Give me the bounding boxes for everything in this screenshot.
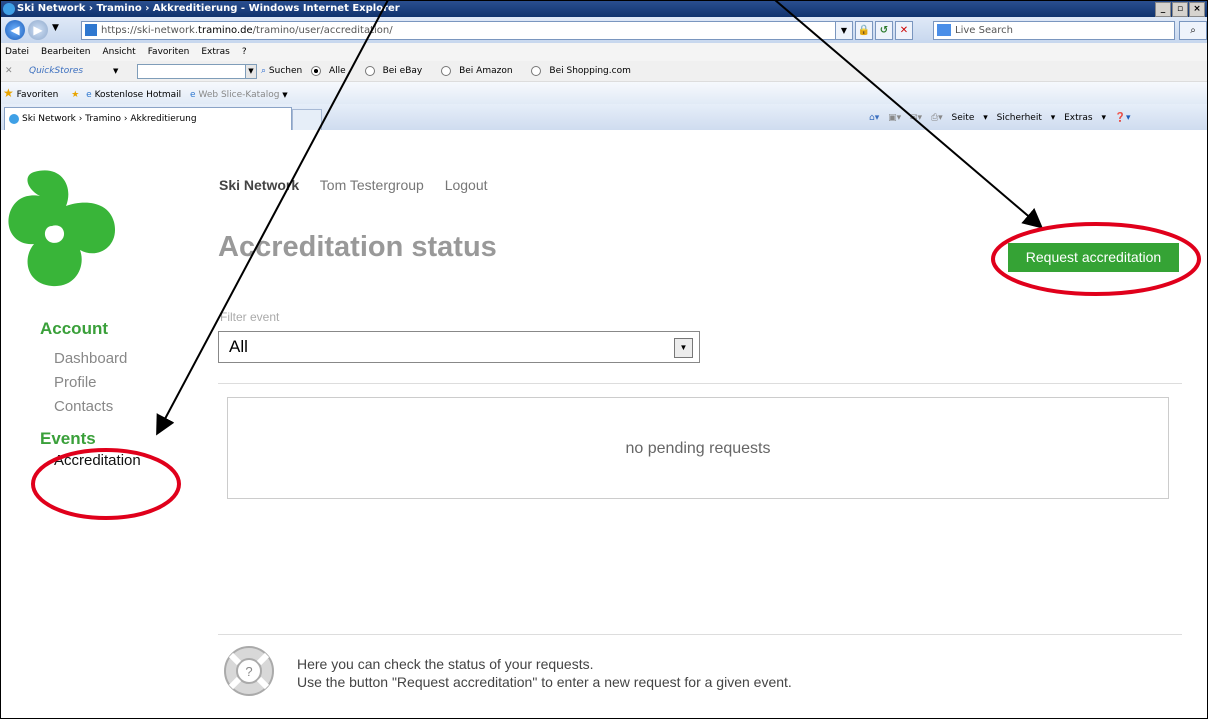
ie-tab-icon: [9, 113, 19, 124]
radio-amazon[interactable]: Bei Amazon: [441, 65, 520, 76]
menu-item-extras[interactable]: Extras: [201, 47, 229, 57]
filter-event-select[interactable]: All ▼: [218, 331, 700, 363]
divider: [218, 383, 1182, 384]
sidebar: Account Dashboard Profile Contacts Event…: [40, 319, 141, 473]
quickstores-dropdown-icon[interactable]: ▼: [113, 61, 118, 81]
ie-page-icon: e: [190, 90, 196, 100]
sidebar-item-profile[interactable]: Profile: [54, 371, 141, 395]
web-page: Ski Network Tom Testergroup Logout Accre…: [1, 130, 1207, 718]
sidebar-item-accreditation[interactable]: Accreditation: [54, 449, 141, 473]
menu-item-datei[interactable]: Datei: [5, 47, 29, 57]
home-icon[interactable]: ⌂▾: [869, 113, 879, 123]
empty-message: no pending requests: [625, 440, 771, 457]
page-icon: [85, 24, 97, 36]
top-nav: Ski Network Tom Testergroup Logout: [219, 177, 505, 193]
help-line-2: Use the button "Request accreditation" t…: [297, 674, 792, 690]
command-bar: ⌂▾ ▣▾ ✉▾ ⎙▾ Seite ▾ Sicherheit ▾ Extras …: [869, 110, 1137, 126]
quickstores-input-dropdown-icon[interactable]: ▼: [245, 64, 257, 79]
menu-item-favoriten[interactable]: Favoriten: [148, 47, 190, 57]
favorites-star-icon: ★: [3, 86, 14, 100]
sidebar-heading-account: Account: [40, 319, 108, 338]
add-favorite-icon[interactable]: ★: [71, 90, 79, 100]
radio-shopping[interactable]: Bei Shopping.com: [531, 65, 638, 76]
command-sicherheit[interactable]: Sicherheit ▾: [997, 113, 1056, 123]
command-seite[interactable]: Seite ▾: [952, 113, 988, 123]
live-search-input[interactable]: Live Search: [933, 21, 1175, 40]
print-icon[interactable]: ⎙▾: [931, 113, 943, 123]
lifebuoy-help-icon: ?: [224, 646, 274, 696]
maximize-icon[interactable]: ▫: [1172, 2, 1188, 17]
requests-box: no pending requests: [227, 397, 1169, 499]
radio-ebay[interactable]: Bei eBay: [364, 65, 431, 76]
live-search-icon: [937, 24, 951, 36]
minimize-icon[interactable]: _: [1155, 2, 1171, 17]
quickstores-search-input[interactable]: [137, 64, 247, 79]
help-text: Here you can check the status of your re…: [297, 655, 792, 691]
lock-icon[interactable]: 🔒: [855, 21, 873, 40]
sidebar-item-contacts[interactable]: Contacts: [54, 395, 141, 419]
user-link[interactable]: Tom Testergroup: [320, 177, 424, 193]
menu-item-help[interactable]: ?: [242, 47, 247, 57]
menu-item-bearbeiten[interactable]: Bearbeiten: [41, 47, 90, 57]
radio-alle[interactable]: Alle: [311, 65, 354, 76]
history-dropdown-icon[interactable]: ▼: [52, 23, 59, 33]
address-bar: ◀ ▶ ▼ https://ski-network.tramino.de/tra…: [1, 17, 1207, 43]
window-controls: _ ▫ ×: [1155, 2, 1205, 17]
forward-button[interactable]: ▶: [28, 20, 48, 40]
back-button[interactable]: ◀: [5, 20, 25, 40]
stop-icon[interactable]: ✕: [895, 21, 913, 40]
brand-link[interactable]: Ski Network: [219, 177, 299, 193]
filter-selected-value: All: [229, 337, 248, 356]
url-field[interactable]: https://ski-network.tramino.de/tramino/u…: [81, 21, 853, 40]
ie-icon: [3, 3, 15, 15]
quickstores-search-button[interactable]: ⌕ Suchen: [261, 61, 302, 81]
quickstores-toolbar: ✕ QuickStores ▼ ▼ ⌕ Suchen Alle Bei eBay…: [1, 61, 1207, 82]
favorite-hotmail[interactable]: Kostenlose Hotmail: [95, 90, 182, 100]
tab-bar: Ski Network › Tramino › Akkreditierung ⌂…: [1, 104, 1207, 132]
address-actions: ▼ 🔒 ↺ ✕: [835, 21, 913, 40]
sidebar-heading-events: Events: [40, 429, 96, 448]
close-icon[interactable]: ×: [1189, 2, 1205, 17]
favorites-bar: ★ Favoriten ★ e Kostenlose Hotmail e Web…: [1, 82, 1207, 104]
filter-label: Filter event: [220, 310, 280, 324]
search-icon[interactable]: ⌕: [1179, 21, 1207, 40]
quickstores-logo[interactable]: QuickStores: [29, 61, 83, 81]
command-extras[interactable]: Extras ▾: [1064, 113, 1106, 123]
page-title: Accreditation status: [218, 231, 497, 263]
help-icon[interactable]: ❓▾: [1115, 113, 1131, 123]
chevron-down-icon[interactable]: ▼: [282, 91, 287, 99]
menu-bar: Datei Bearbeiten Ansicht Favoriten Extras?: [1, 43, 1207, 61]
tab-active[interactable]: Ski Network › Tramino › Akkreditierung: [4, 107, 292, 131]
favorites-button[interactable]: Favoriten: [17, 90, 59, 100]
new-tab-button[interactable]: [292, 109, 322, 132]
favorite-web-slice[interactable]: Web Slice-Katalog: [198, 90, 279, 100]
mail-icon[interactable]: ✉▾: [910, 113, 922, 123]
request-accreditation-button[interactable]: Request accreditation: [1008, 243, 1179, 272]
browser-window: Ski Network › Tramino › Akkreditierung -…: [0, 0, 1208, 719]
window-title: Ski Network › Tramino › Akkreditierung -…: [17, 3, 400, 14]
feeds-icon[interactable]: ▣▾: [888, 113, 901, 123]
menu-item-ansicht[interactable]: Ansicht: [102, 47, 135, 57]
svg-text:?: ?: [245, 664, 252, 679]
quickstores-options: Alle Bei eBay Bei Amazon Bei Shopping.co…: [311, 61, 647, 81]
divider: [218, 634, 1182, 635]
url-dropdown-icon[interactable]: ▼: [835, 21, 853, 40]
logout-link[interactable]: Logout: [445, 177, 488, 193]
refresh-icon[interactable]: ↺: [875, 21, 893, 40]
chevron-down-icon[interactable]: ▼: [674, 338, 693, 358]
window-titlebar: Ski Network › Tramino › Akkreditierung -…: [1, 1, 1207, 17]
sidebar-item-dashboard[interactable]: Dashboard: [54, 347, 141, 371]
ski-network-logo[interactable]: [6, 166, 128, 291]
ie-page-icon: e: [86, 90, 92, 100]
close-toolbar-icon[interactable]: ✕: [5, 61, 13, 81]
magnifier-icon: ⌕: [261, 66, 267, 76]
help-line-1: Here you can check the status of your re…: [297, 656, 594, 672]
